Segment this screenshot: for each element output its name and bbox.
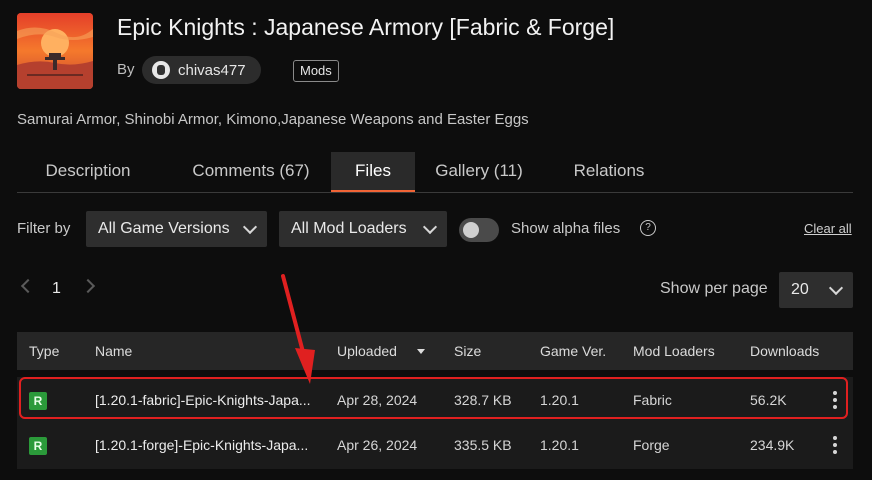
clear-all-link[interactable]: Clear all xyxy=(804,221,852,236)
chevron-down-icon xyxy=(242,219,258,235)
file-downloads: 234.9K xyxy=(750,437,795,453)
tab-comments[interactable]: Comments (67) xyxy=(169,152,333,191)
alpha-files-toggle[interactable] xyxy=(459,218,499,242)
current-page[interactable]: 1 xyxy=(52,280,61,298)
column-game-version[interactable]: Game Ver. xyxy=(540,332,606,370)
column-uploaded[interactable]: Uploaded xyxy=(337,332,397,370)
sort-descending-icon[interactable] xyxy=(417,349,425,354)
file-uploaded: Apr 26, 2024 xyxy=(337,437,418,453)
release-badge: R xyxy=(29,437,47,455)
file-name[interactable]: [1.20.1-forge]-Epic-Knights-Japa... xyxy=(95,437,308,453)
file-mod-loader: Forge xyxy=(633,437,670,453)
author-avatar-icon xyxy=(152,61,170,79)
chevron-down-icon xyxy=(828,280,844,296)
column-type: Type xyxy=(29,343,60,359)
mod-loader-select[interactable]: All Mod Loaders xyxy=(279,211,447,247)
tab-files[interactable]: Files xyxy=(331,152,415,192)
filter-by-label: Filter by xyxy=(17,220,71,237)
column-name[interactable]: Name xyxy=(95,332,132,370)
chevron-down-icon xyxy=(422,219,438,235)
tab-relations[interactable]: Relations xyxy=(557,152,661,191)
page-title: Epic Knights : Japanese Armory [Fabric &… xyxy=(117,14,615,40)
per-page-label: Show per page xyxy=(660,280,768,297)
project-summary: Samurai Armor, Shinobi Armor, Kimono,Jap… xyxy=(17,111,529,128)
category-tag[interactable]: Mods xyxy=(293,60,339,82)
tab-gallery[interactable]: Gallery (11) xyxy=(427,152,531,191)
alpha-files-label: Show alpha files xyxy=(511,220,621,237)
column-mod-loaders: Mod Loaders xyxy=(633,343,715,359)
author-link[interactable]: chivas477 xyxy=(142,56,261,84)
per-page-select[interactable]: 20 xyxy=(779,272,853,308)
project-logo xyxy=(17,13,93,89)
file-game-version: 1.20.1 xyxy=(540,437,579,453)
game-version-select[interactable]: All Game Versions xyxy=(86,211,267,247)
files-table-header: Type Name Uploaded Size Game Ver. Mod Lo… xyxy=(17,332,853,370)
mod-loader-value: All Mod Loaders xyxy=(291,220,407,237)
help-icon[interactable]: ? xyxy=(640,220,656,236)
file-size: 335.5 KB xyxy=(454,437,512,453)
tab-bar: Description Comments (67) Files Gallery … xyxy=(17,152,853,193)
column-downloads[interactable]: Downloads xyxy=(750,332,819,370)
per-page-value: 20 xyxy=(791,281,809,298)
red-arrow-icon xyxy=(281,274,315,384)
author-name: chivas477 xyxy=(178,61,246,79)
chevron-left-icon[interactable] xyxy=(20,278,36,294)
toggle-knob xyxy=(463,222,479,238)
chevron-right-icon[interactable] xyxy=(80,278,96,294)
highlight-box xyxy=(19,377,848,419)
column-size[interactable]: Size xyxy=(454,332,481,370)
author-by-label: By xyxy=(117,61,135,78)
file-row[interactable]: R [1.20.1-forge]-Epic-Knights-Japa... Ap… xyxy=(17,423,853,469)
game-version-value: All Game Versions xyxy=(98,220,230,237)
kebab-menu-icon[interactable] xyxy=(833,436,837,457)
tab-description[interactable]: Description xyxy=(17,152,159,191)
